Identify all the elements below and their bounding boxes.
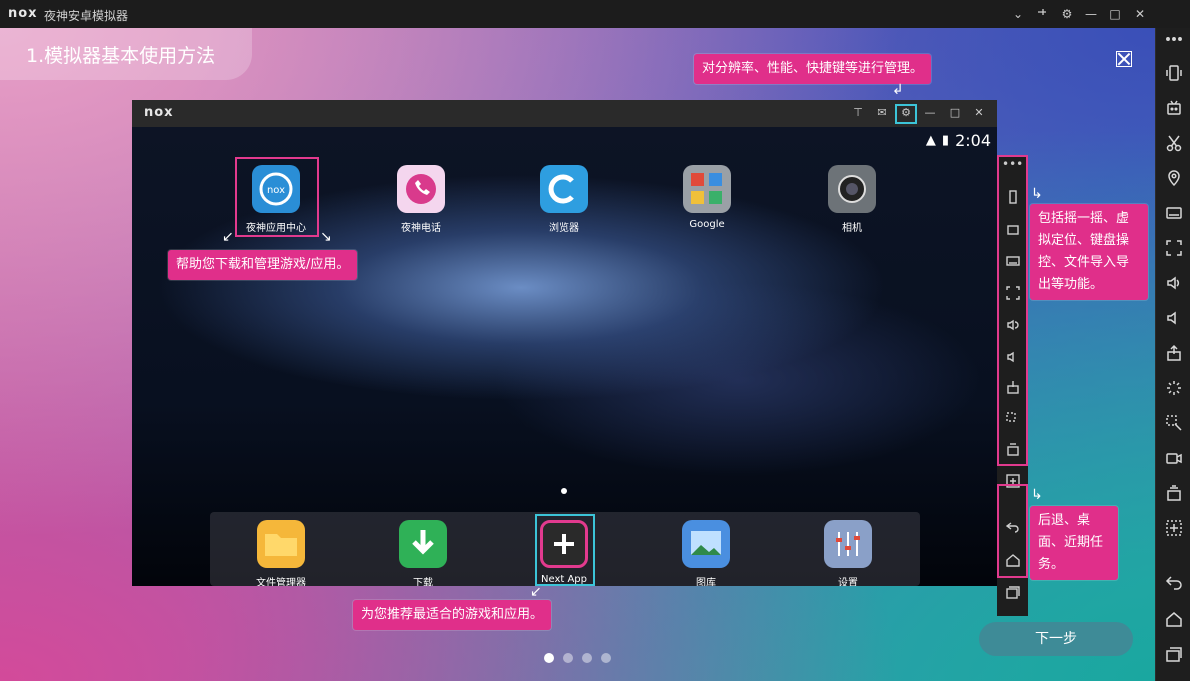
callout-next-app: 为您推荐最适合的游戏和应用。 [353, 600, 552, 630]
browser-icon [540, 165, 588, 213]
download-icon [399, 520, 447, 568]
macro-icon[interactable] [1163, 412, 1185, 434]
pin-icon: ⊤ [853, 106, 863, 119]
home-icon[interactable] [1163, 608, 1185, 630]
maximize-button[interactable]: □ [1105, 4, 1125, 24]
pager-dot[interactable] [582, 653, 592, 663]
dock-app-settings: 设置 [816, 520, 880, 586]
status-time: 2:04 [955, 131, 991, 150]
apk-install-icon[interactable] [1163, 342, 1185, 364]
callout-nav-keys: 后退、桌面、近期任务。 [1030, 506, 1118, 580]
window-title: 夜神安卓模拟器 [44, 9, 129, 23]
home-page-indicator [561, 488, 567, 494]
mail-icon: ✉ [877, 106, 887, 119]
camera-icon [828, 165, 876, 213]
robot-icon[interactable] [1163, 97, 1185, 119]
step-heading: 1.模拟器基本使用方法 [0, 28, 252, 80]
shake-icon[interactable] [1163, 62, 1185, 84]
guide-close-icon[interactable] [1116, 51, 1132, 67]
battery-icon: ▮ [941, 133, 950, 148]
next-app-highlight [535, 514, 595, 586]
window-title-bar: nox 夜神安卓模拟器 ⌄ ⚙ — □ ✕ [0, 0, 1190, 28]
minimize-button[interactable]: — [1081, 4, 1101, 24]
app-label: 夜神电话 [401, 223, 441, 234]
arrow-icon: ↳ [1031, 186, 1043, 202]
emulator-logo: nox [144, 105, 174, 120]
arrow-icon: ↘ [320, 229, 332, 245]
back-icon[interactable] [1163, 571, 1185, 593]
gallery-icon [682, 520, 730, 568]
wifi-icon: ▲ [925, 133, 936, 148]
fullscreen-icon[interactable] [1163, 237, 1185, 259]
scissors-icon[interactable] [1163, 132, 1185, 154]
app-phone: 夜神电话 [389, 165, 453, 234]
arrow-icon: ↳ [1031, 487, 1043, 503]
guide-overlay: 1.模拟器基本使用方法 nox ⊤ ✉ ⚙ — □ ✕ ▲ ▮ 2:04 nox [0, 28, 1155, 681]
pin-icon[interactable] [1032, 4, 1052, 24]
status-bar: ▲ ▮ 2:04 [926, 131, 991, 150]
callout-sidebar-tools: 包括摇一摇、虚拟定位、键盘操控、文件导入导出等功能。 [1030, 204, 1148, 300]
nox-logo: nox [8, 6, 38, 21]
arrow-icon: ↲ [892, 82, 904, 98]
video-record-icon[interactable] [1163, 447, 1185, 469]
loading-icon[interactable] [1163, 377, 1185, 399]
location-icon[interactable] [1163, 167, 1185, 189]
app-center-highlight [235, 157, 319, 237]
arrow-icon: ↙ [530, 584, 542, 600]
recent-tasks-icon [1003, 582, 1023, 602]
folder-icon [257, 520, 305, 568]
nav-keys-highlight [997, 484, 1028, 578]
dock-app-gallery: 图库 [674, 520, 738, 586]
maximize-icon: □ [949, 106, 961, 119]
right-toolbar [1155, 28, 1190, 681]
app-label: 下载 [413, 578, 433, 586]
more-icon[interactable] [1163, 28, 1185, 50]
settings-gear-icon[interactable]: ⚙ [1057, 4, 1077, 24]
pager-dot[interactable] [544, 653, 554, 663]
volume-down-icon[interactable] [1163, 307, 1185, 329]
app-camera: 相机 [820, 165, 884, 234]
google-folder-icon [683, 165, 731, 213]
app-label: 设置 [838, 578, 858, 586]
callout-settings: 对分辨率、性能、快捷键等进行管理。 [694, 54, 932, 84]
minimize-icon: — [924, 106, 936, 119]
dock-app-files: 文件管理器 [249, 520, 313, 586]
sidebar-tools-highlight [997, 155, 1028, 466]
app-label: 相机 [842, 223, 862, 234]
keyboard-icon[interactable] [1163, 202, 1185, 224]
app-browser: 浏览器 [532, 165, 596, 234]
app-label: 浏览器 [549, 223, 579, 234]
multi-instance-icon[interactable] [1163, 482, 1185, 504]
settings-icon [824, 520, 872, 568]
dock-app-download: 下载 [391, 520, 455, 586]
close-button[interactable]: ✕ [1130, 4, 1150, 24]
arrow-icon: ↙ [222, 229, 234, 245]
volume-up-icon[interactable] [1163, 272, 1185, 294]
next-step-button[interactable]: 下一步 [979, 622, 1133, 656]
pager-dot[interactable] [563, 653, 573, 663]
close-icon: ✕ [974, 106, 984, 119]
callout-app-center: 帮助您下载和管理游戏/应用。 [168, 250, 358, 280]
phone-icon [397, 165, 445, 213]
pager-dot[interactable] [601, 653, 611, 663]
recent-tasks-icon[interactable] [1163, 643, 1185, 665]
chevron-down-icon[interactable]: ⌄ [1008, 4, 1028, 24]
app-label: 图库 [696, 578, 716, 586]
app-label: Google [689, 219, 725, 230]
step-heading-text: 1.模拟器基本使用方法 [26, 45, 216, 67]
settings-highlight [895, 104, 917, 124]
app-label: 文件管理器 [256, 578, 306, 586]
add-icon[interactable] [1163, 517, 1185, 539]
app-google-folder: Google [675, 165, 739, 230]
emulator-title-bar: nox ⊤ ✉ ⚙ — □ ✕ [132, 100, 997, 127]
